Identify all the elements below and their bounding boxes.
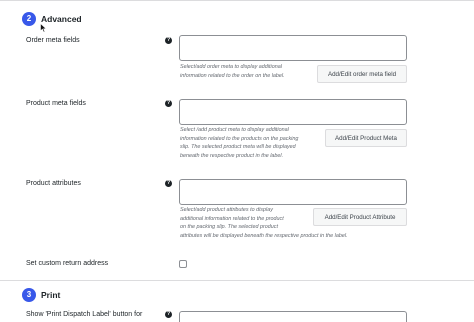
question-circle-icon[interactable]: ? (165, 100, 172, 107)
section-number-badge: 3 (22, 288, 36, 302)
question-circle-icon[interactable]: ? (165, 37, 172, 44)
mouse-pointer-icon (40, 23, 47, 33)
add-edit-order-meta-button[interactable]: Add/Edit order meta field (317, 65, 407, 83)
section-title-advanced: Advanced (41, 14, 82, 24)
product-meta-description: Select /add product meta to display addi… (180, 127, 299, 159)
order-meta-field[interactable] (179, 35, 407, 61)
question-circle-icon[interactable]: ? (165, 180, 172, 187)
return-address-label: Set custom return address (26, 260, 109, 267)
order-meta-description: Select/add order meta to display additio… (180, 64, 285, 79)
product-attributes-field[interactable] (179, 179, 407, 205)
print-dispatch-label: Show 'Print Dispatch Label' button for (26, 311, 143, 318)
add-edit-product-attribute-button[interactable]: Add/Edit Product Attribute (313, 208, 407, 226)
section-divider (0, 280, 474, 281)
section-number-badge: 2 (22, 12, 36, 26)
product-meta-field[interactable] (179, 99, 407, 125)
section-title-print: Print (41, 290, 61, 300)
product-attributes-label: Product attributes (26, 180, 81, 187)
print-dispatch-field[interactable] (179, 311, 407, 322)
question-circle-icon[interactable]: ? (165, 311, 172, 318)
add-edit-product-meta-button[interactable]: Add/Edit Product Meta (325, 129, 407, 147)
product-meta-label: Product meta fields (26, 100, 86, 107)
return-address-checkbox[interactable] (179, 260, 187, 268)
order-meta-label: Order meta fields (26, 37, 80, 44)
top-divider (0, 0, 474, 1)
